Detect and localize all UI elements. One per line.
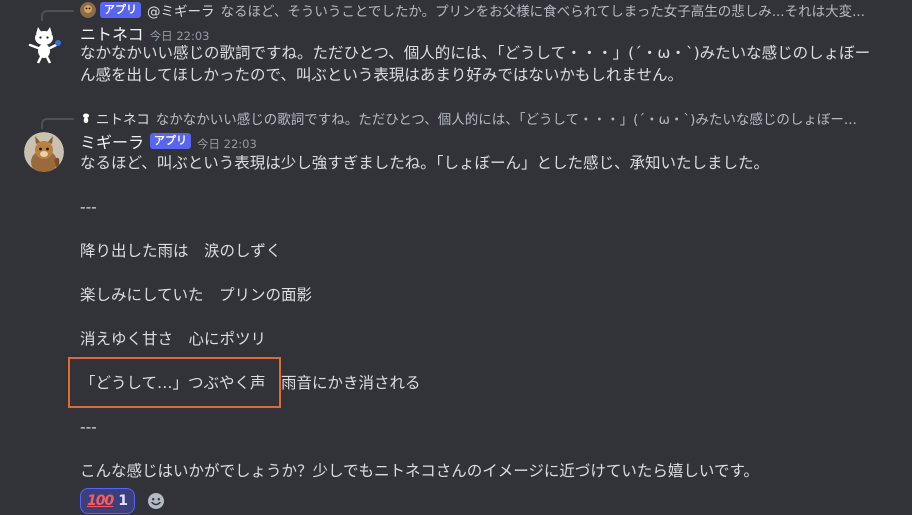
- app-badge: アプリ: [150, 133, 192, 149]
- message-line: [80, 174, 900, 196]
- message-content: なかなかいい感じの歌詞ですね。ただひとつ、個人的には、「どうして・・・」(´・ω…: [80, 42, 900, 86]
- message-line: ---: [80, 418, 97, 436]
- app-badge: アプリ: [100, 2, 141, 18]
- username[interactable]: ミギーラ: [80, 129, 144, 153]
- message-line: ---: [80, 198, 97, 216]
- reaction-count: 1: [118, 493, 128, 509]
- hundred-points-icon: 100: [87, 493, 114, 509]
- add-reaction-icon[interactable]: [147, 492, 165, 510]
- reply-text: なるほど、そういうことでしたか。プリンをお父様に食べられてしまった女子高生の悲し…: [220, 4, 865, 20]
- timestamp[interactable]: 今日 22:03: [197, 136, 257, 152]
- message-line: なるほど、叫ぶという表現は少し強すぎましたね。「しょぼーん」とした感じ、承知いた…: [80, 154, 769, 172]
- migira-avatar-icon: [80, 2, 96, 18]
- message-line: [80, 262, 900, 284]
- message-line: 消えゆく甘さ 心にポツリ: [80, 330, 267, 348]
- message-line: 降り出した雨は 涙のしずく: [80, 242, 282, 260]
- reply-connector: [41, 118, 74, 129]
- message-line: こんな感じはいかがでしょうか？少しでもニトネコさんのイメージに近づけていたら嬉し…: [80, 462, 759, 480]
- reactions-bar: 100 1: [80, 488, 165, 514]
- reply-mention[interactable]: @ミギーラ: [147, 0, 215, 20]
- message-line: 楽しみにしていた プリンの面影: [80, 286, 313, 304]
- reply-preview[interactable]: アプリ @ミギーラ なるほど、そういうことでしたか。プリンをお父様に食べられてし…: [80, 0, 900, 20]
- message-line: [80, 218, 900, 240]
- reaction-100[interactable]: 100 1: [80, 488, 135, 514]
- message-line: ん感を出してほしかったので、叫ぶという表現はあまり好みではないかもしれません。: [80, 66, 683, 84]
- message-header: ミギーラ アプリ 今日 22:03: [80, 129, 257, 153]
- nitoneko-mini-avatar-icon: [80, 112, 92, 124]
- reply-preview[interactable]: ニトネコ なかなかいい感じの歌詞ですね。ただひとつ、個人的には、「どうして・・・…: [80, 108, 900, 128]
- message-line: [80, 306, 900, 328]
- message-line: [80, 438, 900, 460]
- annotation-highlight-box: [68, 357, 281, 408]
- message-line: なかなかいい感じの歌詞ですね。ただひとつ、個人的には、「どうして・・・」(´・ω…: [80, 44, 871, 62]
- reply-connector: [41, 10, 74, 21]
- message-content: なるほど、叫ぶという表現は少し強すぎましたね。「しょぼーん」とした感じ、承知いた…: [80, 152, 900, 482]
- nitoneko-avatar[interactable]: [24, 24, 64, 64]
- reply-author[interactable]: ニトネコ: [96, 108, 150, 128]
- migira-avatar[interactable]: [24, 132, 64, 172]
- reply-text: なかなかいい感じの歌詞ですね。ただひとつ、個人的には、「どうして・・・」(´・ω…: [155, 112, 857, 128]
